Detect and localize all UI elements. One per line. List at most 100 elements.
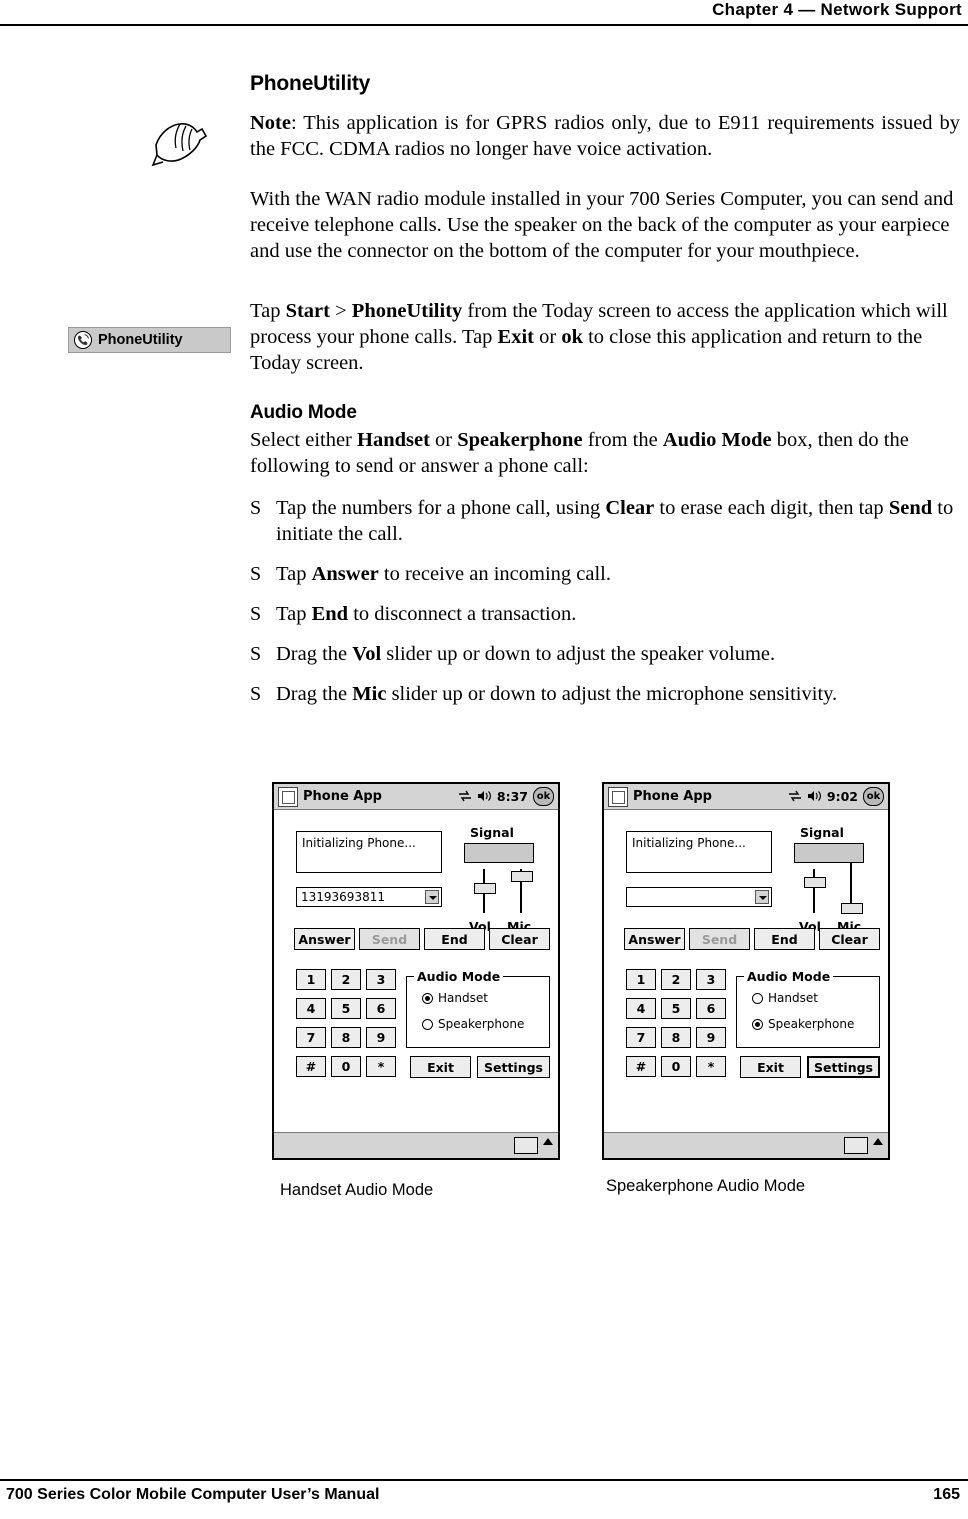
radio-handset-indicator[interactable] [752, 992, 763, 1004]
radio-speakerphone[interactable]: Speakerphone [422, 1017, 524, 1031]
intro-paragraph: With the WAN radio module installed in y… [250, 188, 954, 262]
bullet-marker: S [250, 643, 262, 665]
keypad-key-4[interactable]: 4 [296, 998, 326, 1019]
keypad-key-6[interactable]: 6 [696, 998, 726, 1019]
speaker-icon[interactable] [477, 787, 492, 806]
settings-button[interactable]: Settings [807, 1056, 880, 1078]
keypad-key-7[interactable]: 7 [626, 1027, 656, 1048]
phone-app-icon [278, 786, 298, 807]
titlebar: Phone App 9:02 ok [604, 784, 888, 810]
chevron-down-icon[interactable] [425, 890, 439, 904]
tap-start-paragraph: Tap Start > PhoneUtility from the Today … [250, 298, 960, 376]
answer-button[interactable]: Answer [624, 928, 685, 950]
radio-handset[interactable]: Handset [752, 991, 818, 1005]
keypad-key-6[interactable]: 6 [366, 998, 396, 1019]
audio-mode-intro: Select either Handset or Speakerphone fr… [250, 427, 960, 479]
phone-utility-badge-label: PhoneUtility [98, 332, 183, 348]
keypad-key-hash[interactable]: # [296, 1056, 326, 1077]
radio-handset-indicator[interactable] [422, 992, 433, 1004]
taskbar [604, 1132, 888, 1158]
vol-slider-thumb[interactable] [474, 883, 496, 894]
phone-number-field[interactable]: 13193693811 [296, 887, 442, 907]
bullet-bold-3a: End [311, 603, 349, 625]
keypad-key-2[interactable]: 2 [661, 969, 691, 990]
keypad-key-7[interactable]: 7 [296, 1027, 326, 1048]
radio-handset[interactable]: Handset [422, 991, 488, 1005]
bullet-text-2b: to receive an incoming call. [378, 563, 612, 585]
note-hand-icon [150, 115, 210, 171]
bullet-text-4a: Drag the [276, 643, 353, 665]
audio-mode-group [736, 976, 880, 1048]
answer-button[interactable]: Answer [294, 928, 355, 950]
keypad-key-2[interactable]: 2 [331, 969, 361, 990]
bullet-text-3a: Tap [276, 603, 312, 625]
bullet-text-2a: Tap [276, 563, 312, 585]
chevron-down-icon[interactable] [755, 890, 769, 904]
send-button[interactable]: Send [359, 928, 420, 950]
document-content: PhoneUtility Note: This application is f… [250, 72, 960, 721]
audio-mode-heading: Audio Mode [250, 402, 357, 423]
start-bold: Start [285, 300, 330, 322]
page-title: PhoneUtility [250, 72, 371, 95]
input-panel-chevron-icon[interactable] [873, 1138, 883, 1145]
clear-button[interactable]: Clear [489, 928, 550, 950]
exit-button[interactable]: Exit [740, 1056, 801, 1078]
note-paragraph: Note: This application is for GPRS radio… [250, 110, 960, 162]
keypad-key-5[interactable]: 5 [331, 998, 361, 1019]
keyboard-icon[interactable] [514, 1137, 538, 1154]
bullet-marker: S [250, 497, 262, 519]
caption-handset: Handset Audio Mode [280, 1181, 434, 1199]
input-panel-chevron-icon[interactable] [543, 1138, 553, 1145]
clock-time[interactable]: 8:37 [497, 789, 528, 804]
keypad-key-0[interactable]: 0 [331, 1056, 361, 1077]
keypad-key-8[interactable]: 8 [661, 1027, 691, 1048]
keypad-key-star[interactable]: * [366, 1056, 396, 1077]
audio-intro-3: from the [582, 429, 663, 451]
radio-speakerphone-label: Speakerphone [768, 1017, 855, 1031]
keypad-key-9[interactable]: 9 [366, 1027, 396, 1048]
clock-time[interactable]: 9:02 [827, 789, 858, 804]
phone-number-field[interactable] [626, 887, 772, 907]
radio-speakerphone-indicator[interactable] [752, 1018, 763, 1030]
keypad-key-hash[interactable]: # [626, 1056, 656, 1077]
radio-speakerphone[interactable]: Speakerphone [752, 1017, 854, 1031]
keypad-key-4[interactable]: 4 [626, 998, 656, 1019]
speakerphone-bold: Speakerphone [457, 429, 583, 451]
keypad-key-9[interactable]: 9 [696, 1027, 726, 1048]
mic-slider-thumb[interactable] [511, 871, 533, 882]
end-button[interactable]: End [424, 928, 485, 950]
bullet-marker: S [250, 603, 262, 625]
vol-slider-thumb[interactable] [804, 877, 826, 888]
radio-speakerphone-label: Speakerphone [438, 1017, 525, 1031]
keypad-key-star[interactable]: * [696, 1056, 726, 1077]
ok-button[interactable]: ok [533, 787, 554, 806]
vol-slider-track[interactable] [813, 869, 815, 913]
keypad-key-0[interactable]: 0 [661, 1056, 691, 1077]
settings-button[interactable]: Settings [477, 1056, 550, 1078]
speaker-icon[interactable] [807, 787, 822, 806]
exit-button[interactable]: Exit [410, 1056, 471, 1078]
handset-bold: Handset [357, 429, 430, 451]
signal-strength-indicator [464, 843, 534, 863]
keypad-key-1[interactable]: 1 [626, 969, 656, 990]
radio-speakerphone-indicator[interactable] [422, 1018, 433, 1030]
titlebar-right: 9:02 ok [788, 787, 884, 806]
bullet-text-5b: slider up or down to adjust the micropho… [386, 683, 838, 705]
keypad-key-3[interactable]: 3 [696, 969, 726, 990]
audio-mode-bullet-list: S Tap the numbers for a phone call, using… [250, 495, 960, 707]
keypad-key-1[interactable]: 1 [296, 969, 326, 990]
send-button[interactable]: Send [689, 928, 750, 950]
keypad-key-3[interactable]: 3 [366, 969, 396, 990]
sync-icon [458, 787, 472, 806]
ok-button[interactable]: ok [863, 787, 884, 806]
exit-bold: Exit [497, 326, 534, 348]
mic-slider-thumb[interactable] [841, 903, 863, 914]
bullet-bold-4a: Vol [352, 643, 382, 665]
clear-button[interactable]: Clear [819, 928, 880, 950]
keyboard-icon[interactable] [844, 1137, 868, 1154]
keypad-key-5[interactable]: 5 [661, 998, 691, 1019]
keypad-key-8[interactable]: 8 [331, 1027, 361, 1048]
screenshot-handset-audio-mode: Phone App 8:37 ok Initializing Phone... … [272, 782, 560, 1160]
end-button[interactable]: End [754, 928, 815, 950]
note-label: Note [250, 112, 291, 134]
